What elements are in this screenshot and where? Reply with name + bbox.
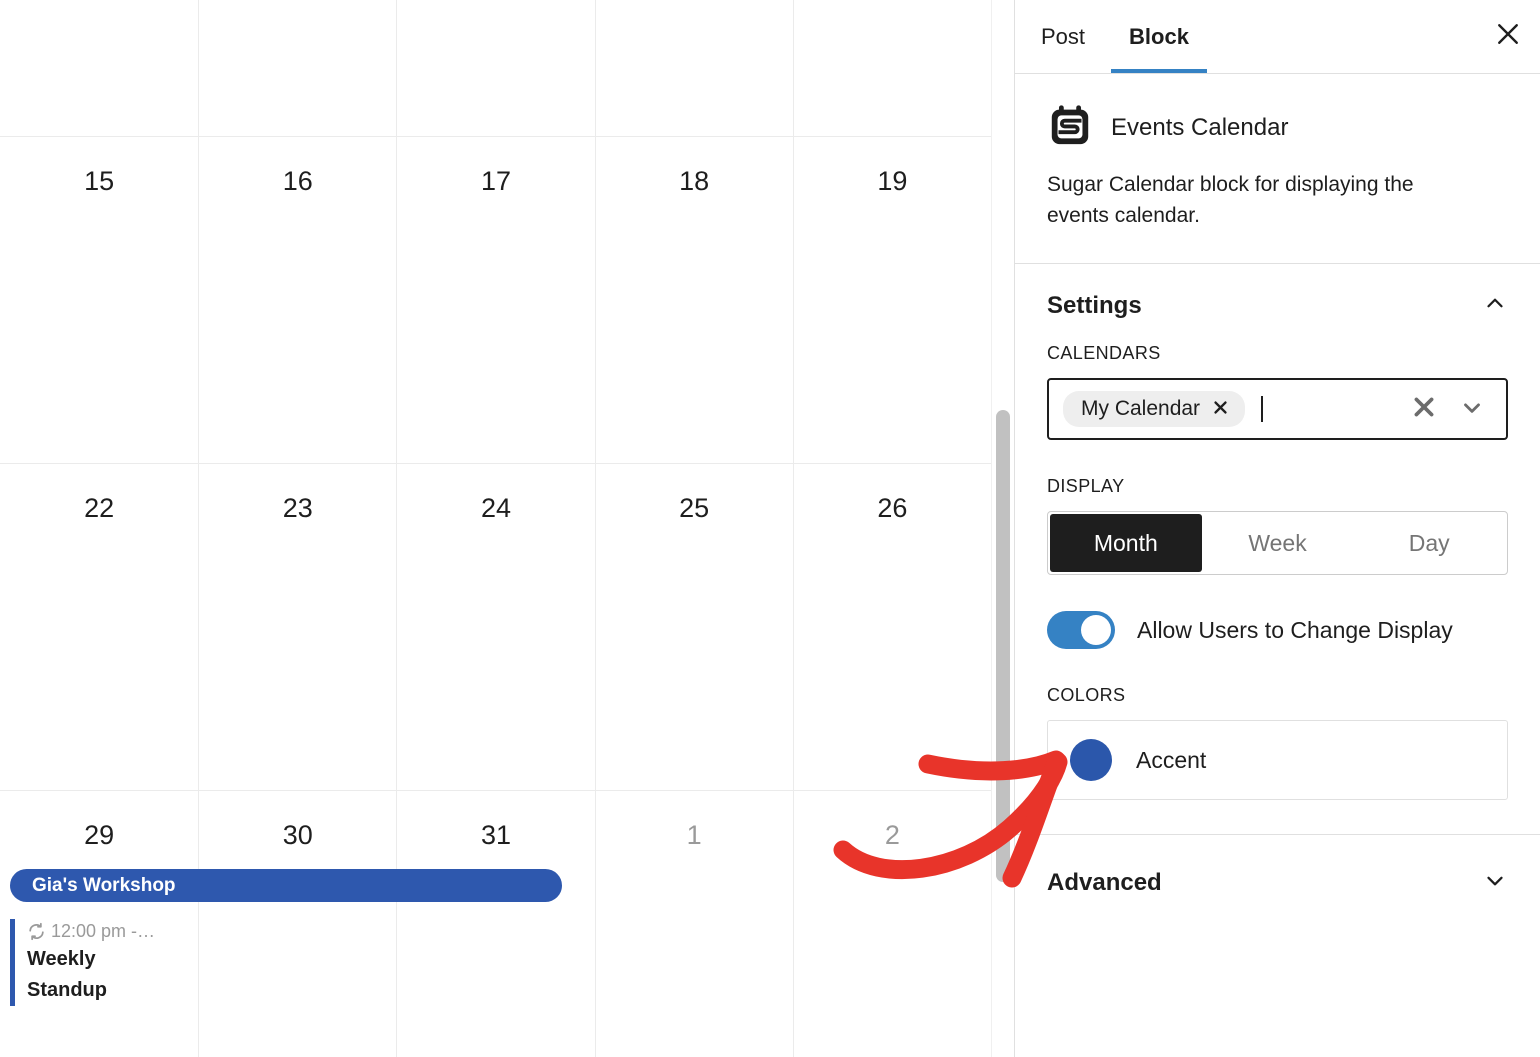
accent-color-label: Accent <box>1136 746 1207 773</box>
calendar-week-row: 22 23 24 25 26 <box>0 464 991 791</box>
calendar-day-cell[interactable]: 24 <box>396 464 594 790</box>
calendar-day-number: 24 <box>480 493 511 523</box>
calendar-day-cell[interactable]: 2 <box>792 791 991 1057</box>
allow-change-display-field: Allow Users to Change Display <box>1047 611 1508 649</box>
calendar-week-row <box>0 0 991 137</box>
calendar-day-number: 30 <box>282 820 313 850</box>
calendars-dropdown-button[interactable] <box>1448 385 1496 433</box>
advanced-panel: Advanced <box>1015 835 1540 928</box>
display-option-week[interactable]: Week <box>1202 514 1354 572</box>
calendar-day-number: 18 <box>679 166 710 196</box>
calendar-day-cell[interactable]: 23 <box>198 464 396 790</box>
close-sidebar-button[interactable] <box>1476 0 1540 73</box>
advanced-panel-header[interactable]: Advanced <box>1015 835 1540 928</box>
display-segmented-control: Month Week Day <box>1047 511 1508 575</box>
text-cursor <box>1261 396 1264 422</box>
calendar-day-cell[interactable] <box>792 0 991 136</box>
colors-field: COLORS Accent <box>1047 685 1508 800</box>
calendar-day-number: 15 <box>84 166 115 196</box>
calendar-week-row: 29 30 31 1 2 Gia's Workshop 12:00 pm -… … <box>0 791 991 1057</box>
calendar-day-cell[interactable] <box>0 0 198 136</box>
clear-all-icon <box>1411 394 1437 425</box>
allow-change-display-row: Allow Users to Change Display <box>1047 611 1508 649</box>
calendar-day-cell[interactable]: 16 <box>198 137 396 463</box>
settings-panel-body: CALENDARS My Calendar DISPLAY Month Week… <box>1015 343 1540 834</box>
calendar-token[interactable]: My Calendar <box>1063 391 1246 427</box>
block-info-card: Events Calendar Sugar Calendar block for… <box>1015 74 1540 264</box>
tabbar-spacer <box>1207 0 1476 73</box>
calendar-day-number: 16 <box>282 166 313 196</box>
calendar-event-all-day[interactable]: Gia's Workshop <box>10 869 562 902</box>
calendar-day-number: 17 <box>480 166 511 196</box>
chevron-down-icon <box>1459 394 1485 425</box>
calendar-event-timed[interactable]: 12:00 pm -… Weekly Standup <box>10 919 178 1006</box>
accent-color-button[interactable]: Accent <box>1047 720 1508 800</box>
calendar-day-cell[interactable]: 26 <box>792 464 991 790</box>
calendar-event-time: 12:00 pm -… <box>51 921 156 941</box>
display-option-day[interactable]: Day <box>1353 514 1505 572</box>
calendar-event-title-line2: Standup <box>27 979 107 1001</box>
calendar-day-cell[interactable]: 19 <box>792 137 991 463</box>
calendar-scrollbar-thumb[interactable] <box>996 410 1010 882</box>
calendar-day-cell[interactable]: 17 <box>396 137 594 463</box>
calendar-day-number: 22 <box>84 493 115 523</box>
display-option-month[interactable]: Month <box>1050 514 1202 572</box>
calendar-day-cell[interactable]: 1 <box>594 791 793 1057</box>
recurring-icon <box>27 922 46 941</box>
calendar-day-number: 23 <box>282 493 313 523</box>
block-settings-sidebar: Post Block Events Calendar Sugar Calenda… <box>1014 0 1540 1057</box>
tab-post[interactable]: Post <box>1015 0 1111 73</box>
calendar-day-cell[interactable] <box>594 0 793 136</box>
calendar-day-number: 19 <box>877 166 908 196</box>
close-icon <box>1493 19 1523 54</box>
calendar-day-number: 31 <box>480 820 511 850</box>
calendar-day-cell[interactable]: 15 <box>0 137 198 463</box>
block-info-head: Events Calendar <box>1047 102 1508 153</box>
display-field: DISPLAY Month Week Day <box>1047 476 1508 575</box>
calendar-day-number: 25 <box>679 493 710 523</box>
calendar-preview: 15 16 17 18 19 22 23 24 25 26 29 30 31 1… <box>0 0 991 1057</box>
allow-users-to-change-display-toggle[interactable] <box>1047 611 1115 649</box>
token-remove-icon[interactable] <box>1212 399 1229 420</box>
toggle-knob <box>1081 615 1111 645</box>
settings-panel: Settings CALENDARS My Calendar DISPLAY M… <box>1015 264 1540 835</box>
calendars-token-input[interactable]: My Calendar <box>1047 378 1508 440</box>
calendar-day-cell[interactable]: 30 <box>198 791 396 1057</box>
accent-color-swatch <box>1070 739 1112 781</box>
clear-all-button[interactable] <box>1400 385 1448 433</box>
calendar-day-number: 2 <box>884 820 900 850</box>
sidebar-tabbar: Post Block <box>1015 0 1540 74</box>
calendar-day-cell[interactable] <box>396 0 594 136</box>
calendar-token-label: My Calendar <box>1081 397 1201 420</box>
calendar-event-title-line1: Weekly <box>27 948 96 970</box>
display-label: DISPLAY <box>1047 476 1125 496</box>
chevron-up-icon <box>1482 290 1508 321</box>
calendar-week-row: 15 16 17 18 19 <box>0 137 991 464</box>
calendar-grid: 15 16 17 18 19 22 23 24 25 26 29 30 31 1… <box>0 0 991 1057</box>
chevron-down-icon <box>1482 867 1508 898</box>
calendar-day-cell[interactable]: 18 <box>594 137 793 463</box>
advanced-panel-title: Advanced <box>1047 868 1162 896</box>
block-title: Events Calendar <box>1111 113 1289 141</box>
calendar-day-cell[interactable]: 25 <box>594 464 793 790</box>
settings-panel-header[interactable]: Settings <box>1015 264 1540 343</box>
calendar-day-cell[interactable]: 31 <box>396 791 594 1057</box>
settings-panel-title: Settings <box>1047 291 1142 319</box>
block-description: Sugar Calendar block for displaying the … <box>1047 173 1414 227</box>
calendar-day-number: 29 <box>84 820 115 850</box>
sugar-calendar-icon <box>1047 102 1093 153</box>
calendars-label: CALENDARS <box>1047 343 1161 363</box>
calendar-day-number: 1 <box>686 820 702 850</box>
calendars-field: CALENDARS My Calendar <box>1047 343 1508 440</box>
allow-change-display-label: Allow Users to Change Display <box>1137 616 1453 643</box>
calendar-day-cell[interactable] <box>198 0 396 136</box>
colors-label: COLORS <box>1047 685 1126 705</box>
tab-block[interactable]: Block <box>1111 0 1207 73</box>
calendar-event-time-row: 12:00 pm -… <box>27 919 178 944</box>
calendar-day-cell[interactable]: 22 <box>0 464 198 790</box>
calendar-day-number: 26 <box>877 493 908 523</box>
